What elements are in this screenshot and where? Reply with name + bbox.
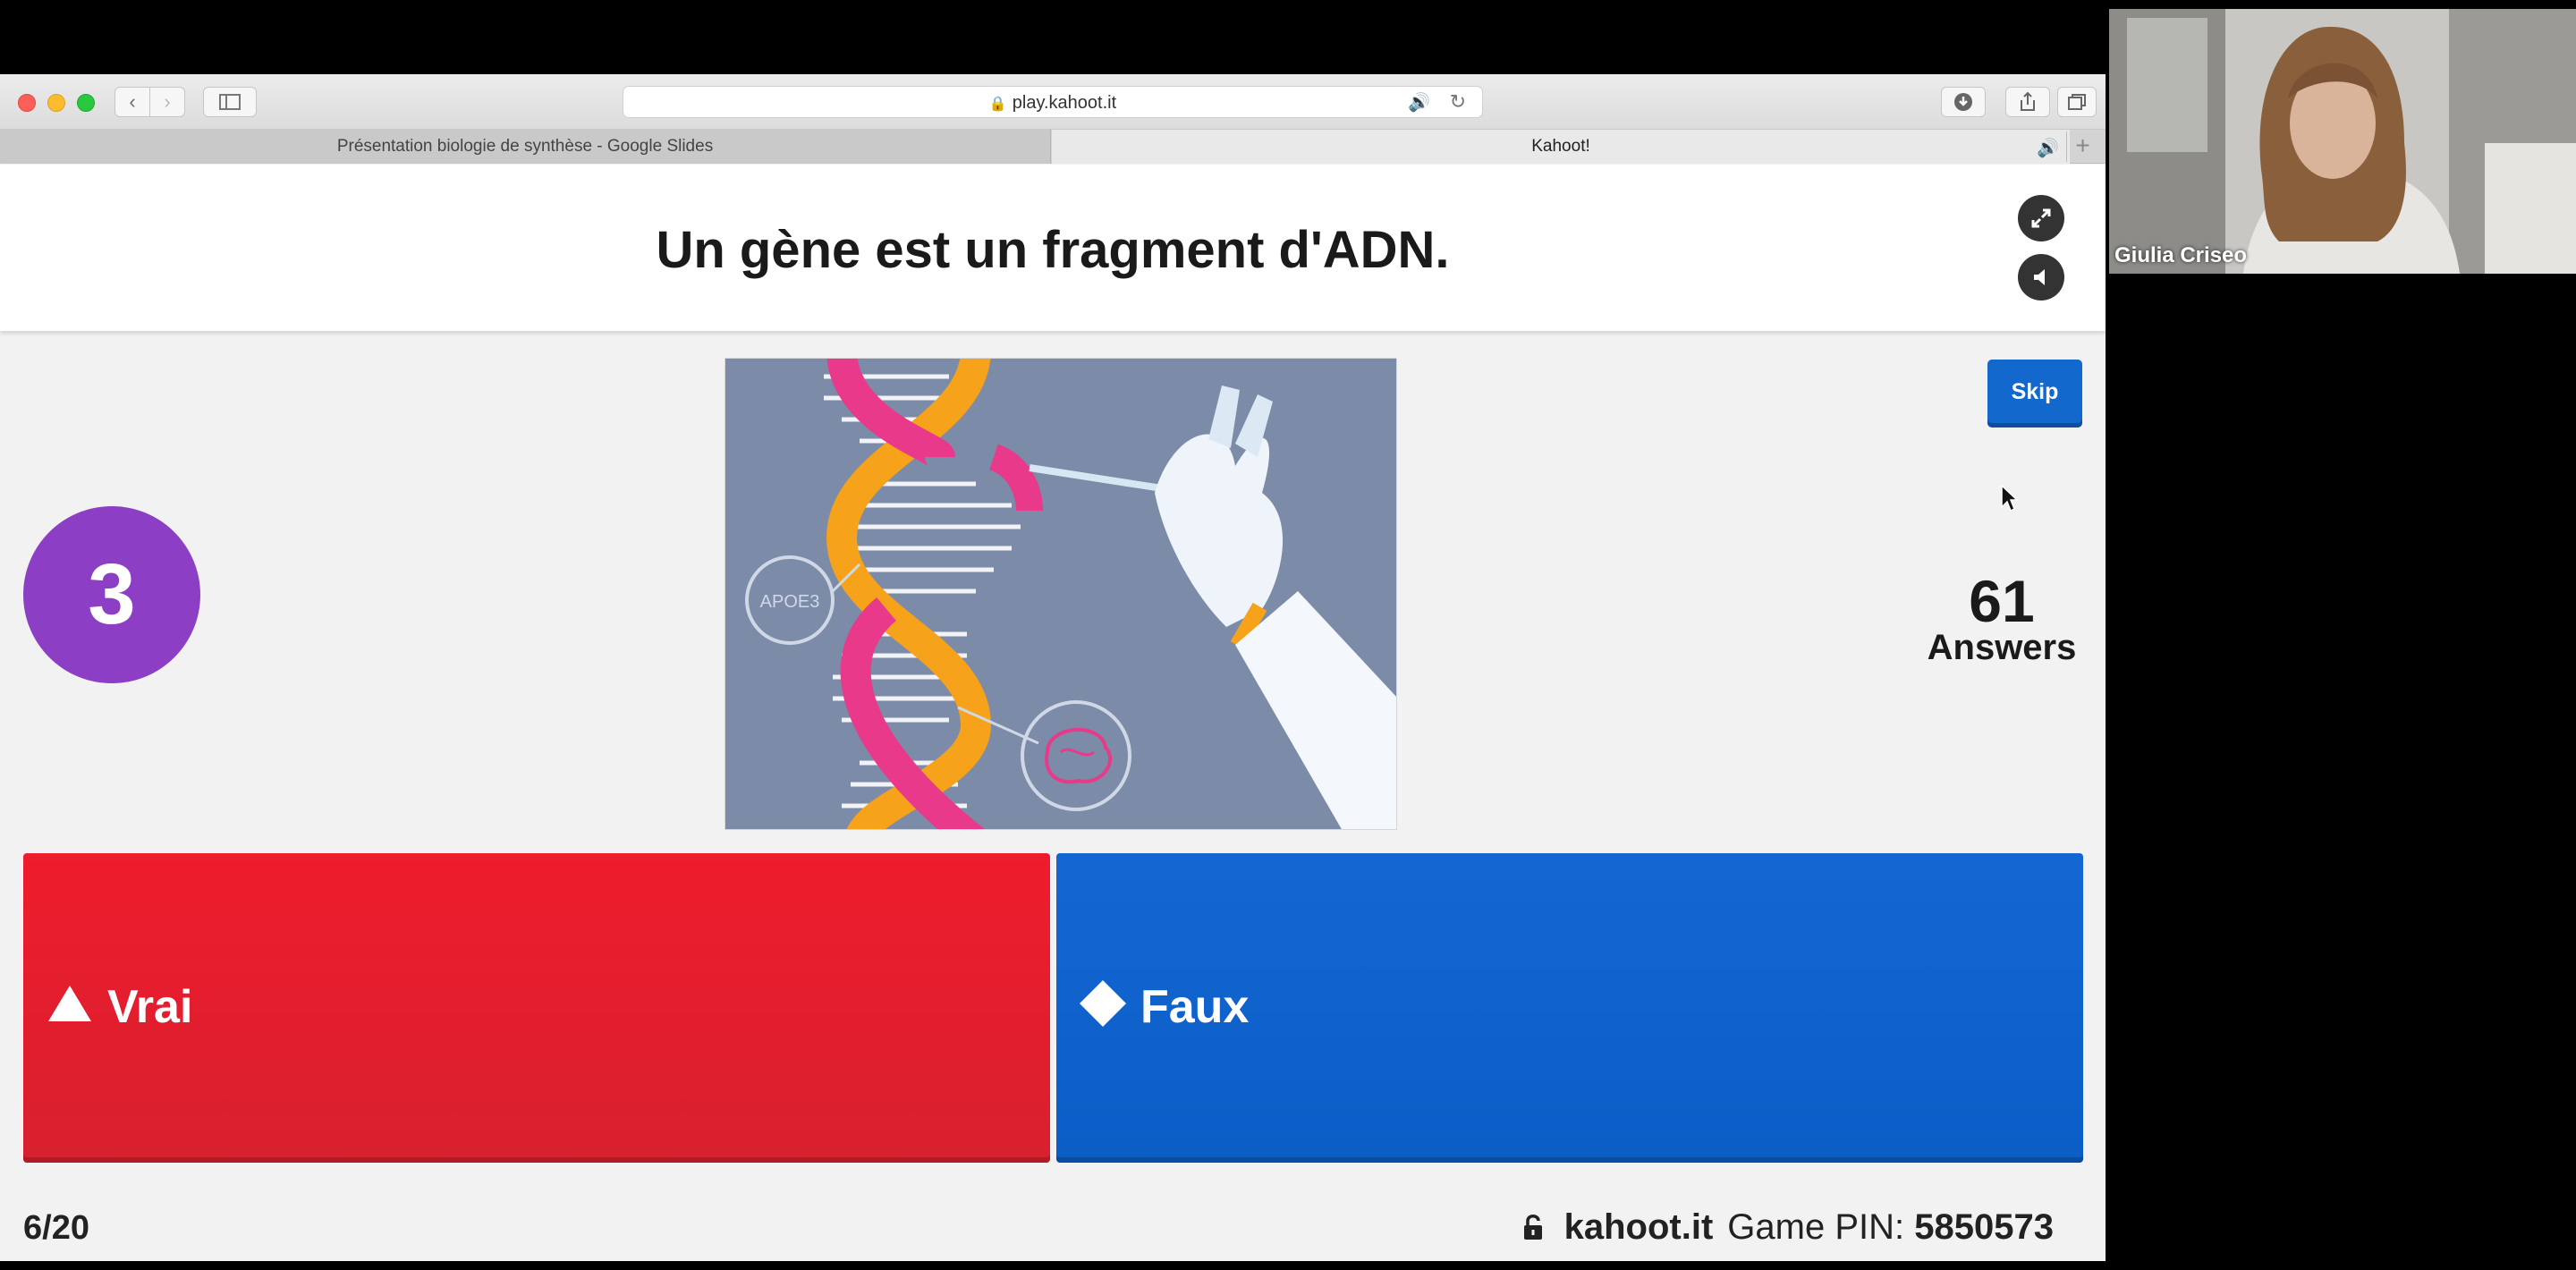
minimize-window-button[interactable] bbox=[47, 94, 65, 112]
tab-label: Kahoot! bbox=[1531, 137, 1590, 156]
url-text: play.kahoot.it bbox=[1012, 93, 1117, 113]
expand-icon bbox=[2031, 208, 2051, 228]
pin-label: Game PIN: bbox=[1727, 1207, 1905, 1247]
participant-video bbox=[2109, 9, 2576, 274]
downloads-button[interactable] bbox=[1941, 87, 1986, 117]
game-pin-info: kahoot.it Game PIN: 5850573 bbox=[1523, 1207, 2054, 1248]
lock-icon bbox=[1523, 1215, 1542, 1240]
tab-audio-icon[interactable]: 🔊 bbox=[2037, 137, 2059, 159]
diamond-icon bbox=[1080, 980, 1126, 1027]
screen: ‹ › 🔒 play.kahoot.it 🔊 ↻ Présentation bio… bbox=[0, 0, 2576, 1270]
question-progress: 6/20 bbox=[23, 1209, 89, 1247]
volume-icon bbox=[2034, 269, 2045, 285]
tabs-icon bbox=[2068, 94, 2086, 110]
zoom-window-button[interactable] bbox=[77, 94, 95, 112]
new-tab-button[interactable]: + bbox=[2066, 131, 2098, 162]
question-image: APOE3 bbox=[724, 358, 1397, 830]
mouse-cursor-icon bbox=[2001, 484, 2018, 512]
game-footer: 6/20 kahoot.it Game PIN: 5850573 bbox=[0, 1193, 2106, 1261]
tab-overview-button[interactable] bbox=[2057, 87, 2097, 117]
answer-label: Vrai bbox=[107, 981, 193, 1033]
lock-icon: 🔒 bbox=[988, 97, 1007, 112]
browser-window: ‹ › 🔒 play.kahoot.it 🔊 ↻ Présentation bio… bbox=[0, 74, 2106, 1261]
countdown-timer: 3 bbox=[23, 506, 200, 683]
pin-value: 5850573 bbox=[1914, 1207, 2054, 1247]
share-icon bbox=[2021, 91, 2035, 111]
webcam-video: Giulia Criseo bbox=[2109, 9, 2576, 274]
tab-label: Présentation biologie de synthèse - Goog… bbox=[336, 137, 714, 156]
chevron-right-icon: › bbox=[164, 90, 171, 113]
answers-label: Answers bbox=[1927, 628, 2077, 667]
answer-label: Faux bbox=[1140, 981, 1250, 1033]
answers-count: 61 bbox=[1969, 568, 2035, 634]
chevron-left-icon: ‹ bbox=[129, 90, 136, 113]
sidebar-icon bbox=[219, 94, 241, 110]
participant-name: Giulia Criseo bbox=[2114, 243, 2248, 267]
tab-bar: Présentation biologie de synthèse - Goog… bbox=[0, 130, 2106, 164]
close-window-button[interactable] bbox=[18, 94, 36, 112]
share-button[interactable] bbox=[2005, 87, 2050, 117]
back-button[interactable]: ‹ bbox=[114, 87, 150, 117]
dna-illustration: APOE3 bbox=[725, 359, 1396, 829]
address-bar[interactable]: 🔒 play.kahoot.it 🔊 ↻ bbox=[623, 86, 1483, 118]
site-name: kahoot.it bbox=[1563, 1207, 1714, 1247]
answer-false-button[interactable]: Faux bbox=[1056, 853, 2083, 1163]
tab-kahoot[interactable]: Kahoot! bbox=[1052, 130, 2070, 164]
sound-button[interactable] bbox=[2018, 254, 2064, 301]
question-title: Un gène est un fragment d'ADN. bbox=[656, 221, 1450, 279]
fullscreen-button[interactable] bbox=[2018, 195, 2064, 241]
kahoot-game: Un gène est un fragment d'ADN. 3 APOE3 S… bbox=[0, 165, 2106, 1261]
answer-true-button[interactable]: Vrai bbox=[23, 853, 1050, 1163]
reload-icon[interactable]: ↻ bbox=[1450, 90, 1466, 114]
download-icon bbox=[1954, 93, 1972, 111]
skip-button[interactable]: Skip bbox=[1987, 360, 2082, 428]
question-header: Un gène est un fragment d'ADN. bbox=[0, 165, 2106, 331]
speaker-icon[interactable]: 🔊 bbox=[1408, 91, 1430, 114]
browser-toolbar: ‹ › 🔒 play.kahoot.it 🔊 ↻ bbox=[0, 74, 2106, 130]
tab-google-slides[interactable]: Présentation biologie de synthèse - Goog… bbox=[0, 130, 1051, 164]
image-gene-label: APOE3 bbox=[760, 592, 820, 612]
forward-button[interactable]: › bbox=[149, 87, 185, 117]
address-text: 🔒 play.kahoot.it bbox=[623, 93, 1482, 114]
sidebar-toggle-button[interactable] bbox=[203, 87, 257, 117]
triangle-icon bbox=[48, 986, 91, 1021]
